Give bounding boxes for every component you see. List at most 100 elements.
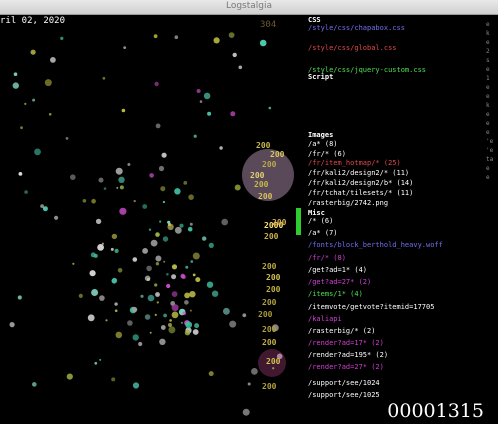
request-ball (168, 323, 172, 327)
request-ball (121, 108, 126, 113)
request-ball (24, 190, 28, 194)
file-entry: /rasterbig/* (2) (308, 327, 376, 335)
request-ball (54, 215, 59, 220)
request-ball (174, 188, 181, 195)
category-misc: Misc (308, 209, 325, 217)
request-ball (242, 313, 247, 318)
request-ball (105, 319, 108, 322)
request-ball (207, 111, 212, 116)
request-ball (229, 320, 237, 328)
request-ball (238, 65, 243, 70)
request-ball (140, 294, 144, 298)
request-ball (115, 331, 123, 339)
request-ball (65, 137, 69, 140)
request-ball (102, 76, 106, 80)
request-ball (91, 198, 96, 204)
request-ball (232, 52, 237, 58)
request-ball (66, 373, 73, 380)
request-ball (147, 294, 155, 302)
request-ball (192, 329, 199, 335)
request-ball (91, 289, 99, 296)
request-ball (60, 36, 64, 40)
request-ball (17, 295, 22, 300)
request-ball (115, 167, 123, 175)
request-ball (12, 82, 19, 89)
request-ball (166, 283, 171, 289)
request-ball (87, 314, 95, 322)
request-ball (195, 277, 201, 283)
strip-char: 'e (486, 138, 494, 145)
response-code: 200 (266, 273, 281, 282)
response-code: 200 (256, 141, 271, 150)
request-ball (181, 275, 186, 280)
request-ball (208, 371, 214, 377)
request-ball (50, 57, 56, 63)
request-ball (171, 304, 179, 312)
request-ball (97, 244, 104, 251)
file-entry: /fr/* (8) (308, 254, 346, 262)
request-ball (208, 242, 214, 248)
file-entry: /get?ad=1* (4) (308, 266, 368, 274)
response-code: 200 (258, 192, 273, 201)
request-ball (116, 186, 119, 189)
request-ball (223, 307, 230, 315)
request-ball (142, 204, 148, 209)
request-ball (127, 163, 131, 166)
file-entry: /fr/* (6) (308, 150, 346, 158)
file-entry: /fr/kali2/design2/* (11) (308, 169, 410, 177)
request-ball (78, 293, 83, 298)
file-entry: /support/see/1024 (308, 379, 380, 387)
strip-char: e (486, 66, 490, 73)
request-ball (155, 292, 160, 297)
request-ball (148, 228, 152, 231)
request-ball (44, 79, 52, 87)
request-ball (154, 313, 157, 316)
date-label: ril 02, 2020 (0, 16, 66, 26)
request-ball (150, 239, 158, 247)
request-ball (228, 32, 235, 38)
file-entry: /rasterbig/2742.png (308, 199, 389, 207)
request-ball (230, 111, 236, 117)
request-ball (117, 268, 123, 273)
request-ball (114, 302, 118, 306)
request-ball (188, 194, 194, 200)
strip-char: e (486, 21, 490, 28)
request-ball (144, 275, 151, 282)
request-ball (18, 172, 23, 176)
request-ball (149, 173, 154, 178)
request-ball (119, 185, 124, 190)
request-ball (184, 300, 189, 305)
request-ball (70, 174, 76, 180)
request-ball (213, 37, 220, 44)
request-ball (111, 233, 118, 240)
request-ball (153, 34, 158, 39)
strip-char: 'e (486, 147, 494, 154)
request-ball (203, 92, 211, 100)
file-entry: /itemvote/getvote?itemid=17705 (308, 303, 435, 311)
response-code: 200 (254, 180, 269, 189)
request-ball (168, 326, 176, 334)
request-ball (159, 338, 166, 345)
request-ball (132, 334, 139, 341)
response-code: 200 (262, 298, 277, 307)
request-ball (48, 113, 52, 116)
request-ball (103, 187, 107, 190)
file-entry: /* (6) (308, 217, 334, 225)
response-code: 200 (262, 160, 277, 169)
category-script: Script (308, 73, 334, 81)
request-ball (184, 292, 191, 299)
request-ball (193, 134, 197, 138)
request-ball (146, 265, 152, 272)
request-ball (199, 100, 203, 103)
request-ball (268, 106, 272, 110)
request-ball (155, 255, 162, 262)
response-code: 200 (250, 171, 265, 180)
request-ball (82, 199, 87, 203)
title-bar[interactable]: Logstalgia (0, 0, 498, 15)
request-ball (93, 253, 98, 258)
request-ball (185, 265, 189, 269)
request-ball (114, 248, 119, 253)
request-ball (95, 218, 102, 225)
paddle (296, 208, 301, 235)
file-entry: /render?ad=17* (2) (308, 339, 384, 347)
